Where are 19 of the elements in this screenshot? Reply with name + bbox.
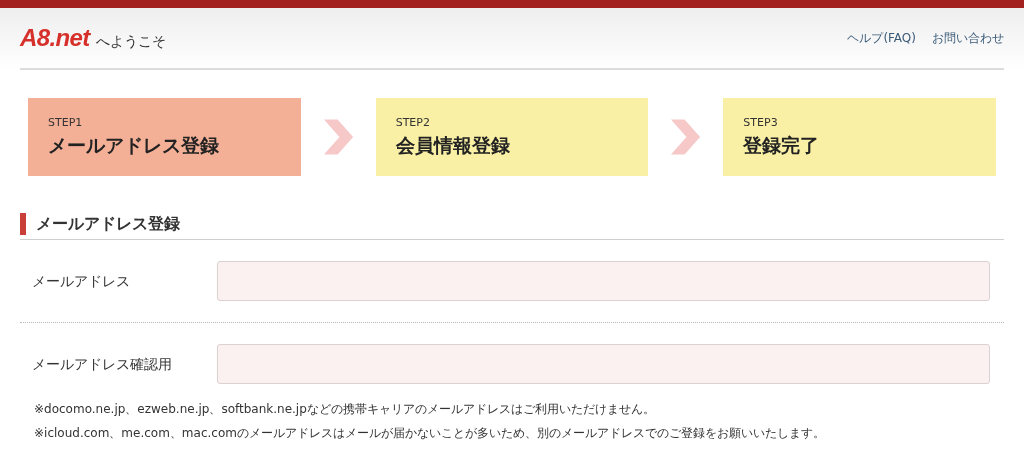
section-title: メールアドレス登録 bbox=[36, 213, 180, 235]
step-label: 登録完了 bbox=[743, 133, 821, 158]
step-label: メールアドレス登録 bbox=[48, 133, 220, 158]
note-text: ※docomo.ne.jp、ezweb.ne.jp、softbank.ne.jpなどの携帯キャリアのメールアドレスはご利用いただけません。 bbox=[34, 401, 656, 418]
chevron-icon bbox=[669, 117, 703, 157]
step-label: 会員情報登録 bbox=[395, 133, 511, 158]
header-link[interactable]: お問い合わせ bbox=[932, 29, 1004, 47]
welcome-text: へようこそ bbox=[95, 32, 166, 51]
step-number: STEP1 bbox=[48, 114, 84, 131]
field-label: メールアドレス確認用 bbox=[31, 354, 173, 374]
header-link[interactable]: ヘルプ(FAQ) bbox=[847, 29, 916, 47]
heading-marker bbox=[20, 213, 26, 235]
input-field[interactable] bbox=[217, 261, 990, 301]
step-number: STEP2 bbox=[395, 114, 431, 131]
input-field[interactable] bbox=[217, 344, 990, 384]
logo[interactable]: A8.net bbox=[20, 20, 90, 56]
field-label: メールアドレス bbox=[31, 271, 131, 291]
step-number: STEP3 bbox=[743, 114, 779, 131]
note-text: ※icloud.com、me.com、mac.comのメールアドレスはメールが届かないことが多いため、別のメールアドレスでのご登録をお願いいたします。 bbox=[34, 425, 826, 442]
